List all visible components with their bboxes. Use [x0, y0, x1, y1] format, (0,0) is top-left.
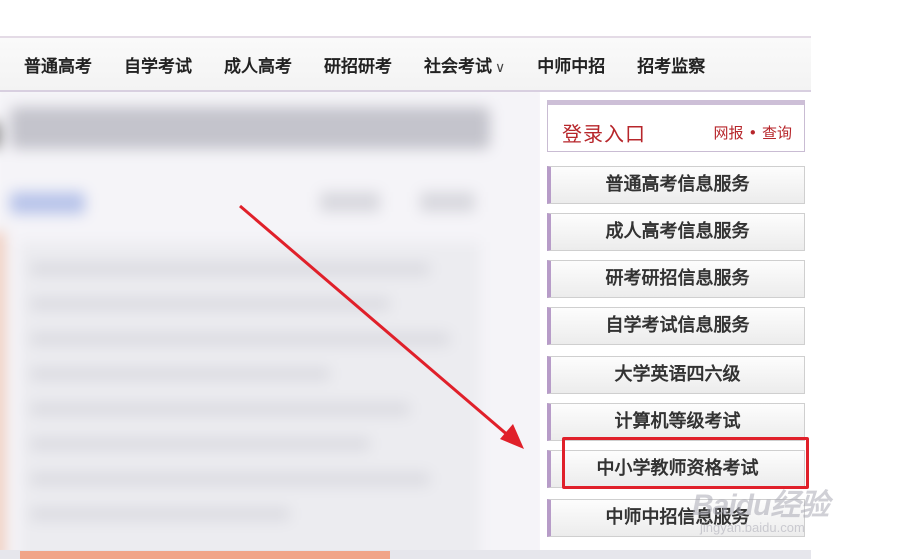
service-button-self-study[interactable]: 自学考试信息服务	[547, 307, 805, 345]
blurred-tab	[420, 192, 475, 212]
nav-item-graduate[interactable]: 研招研考	[324, 52, 392, 77]
nav-item-gaokao[interactable]: 普通高考	[24, 52, 92, 77]
blurred-content-inner	[0, 92, 540, 559]
login-links: 网报 • 查询	[714, 122, 792, 143]
blurred-edge	[0, 232, 4, 559]
baidu-watermark: Baidu经验 jingyan.baidu.com	[692, 480, 829, 535]
blurred-line	[30, 297, 390, 311]
nav-item-adult-exam[interactable]: 成人高考	[224, 52, 292, 77]
watermark-logo-text: Baidu经验	[692, 489, 829, 522]
main-nav: 普通高考 自学考试 成人高考 研招研考 社会考试 ∨ 中师中招 招考监察	[0, 36, 811, 92]
blurred-line	[30, 367, 330, 381]
login-link-query[interactable]: 查询	[762, 124, 792, 142]
service-button-cet[interactable]: 大学英语四六级	[547, 356, 805, 394]
blurred-content	[0, 92, 540, 559]
service-button-graduate[interactable]: 研考研招信息服务	[547, 260, 805, 298]
chevron-down-icon: ∨	[495, 59, 506, 76]
blurred-line	[30, 472, 430, 486]
blurred-line	[30, 332, 450, 346]
bottom-bar-accent	[20, 551, 390, 559]
service-button-gaokao[interactable]: 普通高考信息服务	[547, 166, 805, 204]
blurred-line	[30, 507, 290, 521]
login-box: 登录入口 网报 • 查询	[547, 100, 805, 152]
service-button-computer-exam[interactable]: 计算机等级考试	[547, 403, 805, 441]
blurred-line	[30, 437, 370, 451]
login-title: 登录入口	[562, 122, 646, 146]
blurred-line	[30, 262, 430, 276]
blurred-line	[30, 402, 410, 416]
blurred-title	[10, 107, 490, 149]
blurred-tab	[320, 192, 380, 212]
nav-item-social-exam[interactable]: 社会考试 ∨	[424, 52, 505, 77]
nav-item-social-exam-label: 社会考试	[424, 56, 492, 77]
blurred-tab	[10, 192, 85, 214]
service-button-adult-exam[interactable]: 成人高考信息服务	[547, 213, 805, 251]
login-link-register[interactable]: 网报	[714, 124, 744, 142]
nav-item-supervision[interactable]: 招考监察	[637, 52, 705, 77]
nav-item-self-study[interactable]: 自学考试	[124, 52, 192, 77]
login-link-separator: •	[748, 124, 758, 142]
top-strip	[0, 0, 811, 32]
nav-item-secondary-enroll[interactable]: 中师中招	[537, 52, 605, 77]
